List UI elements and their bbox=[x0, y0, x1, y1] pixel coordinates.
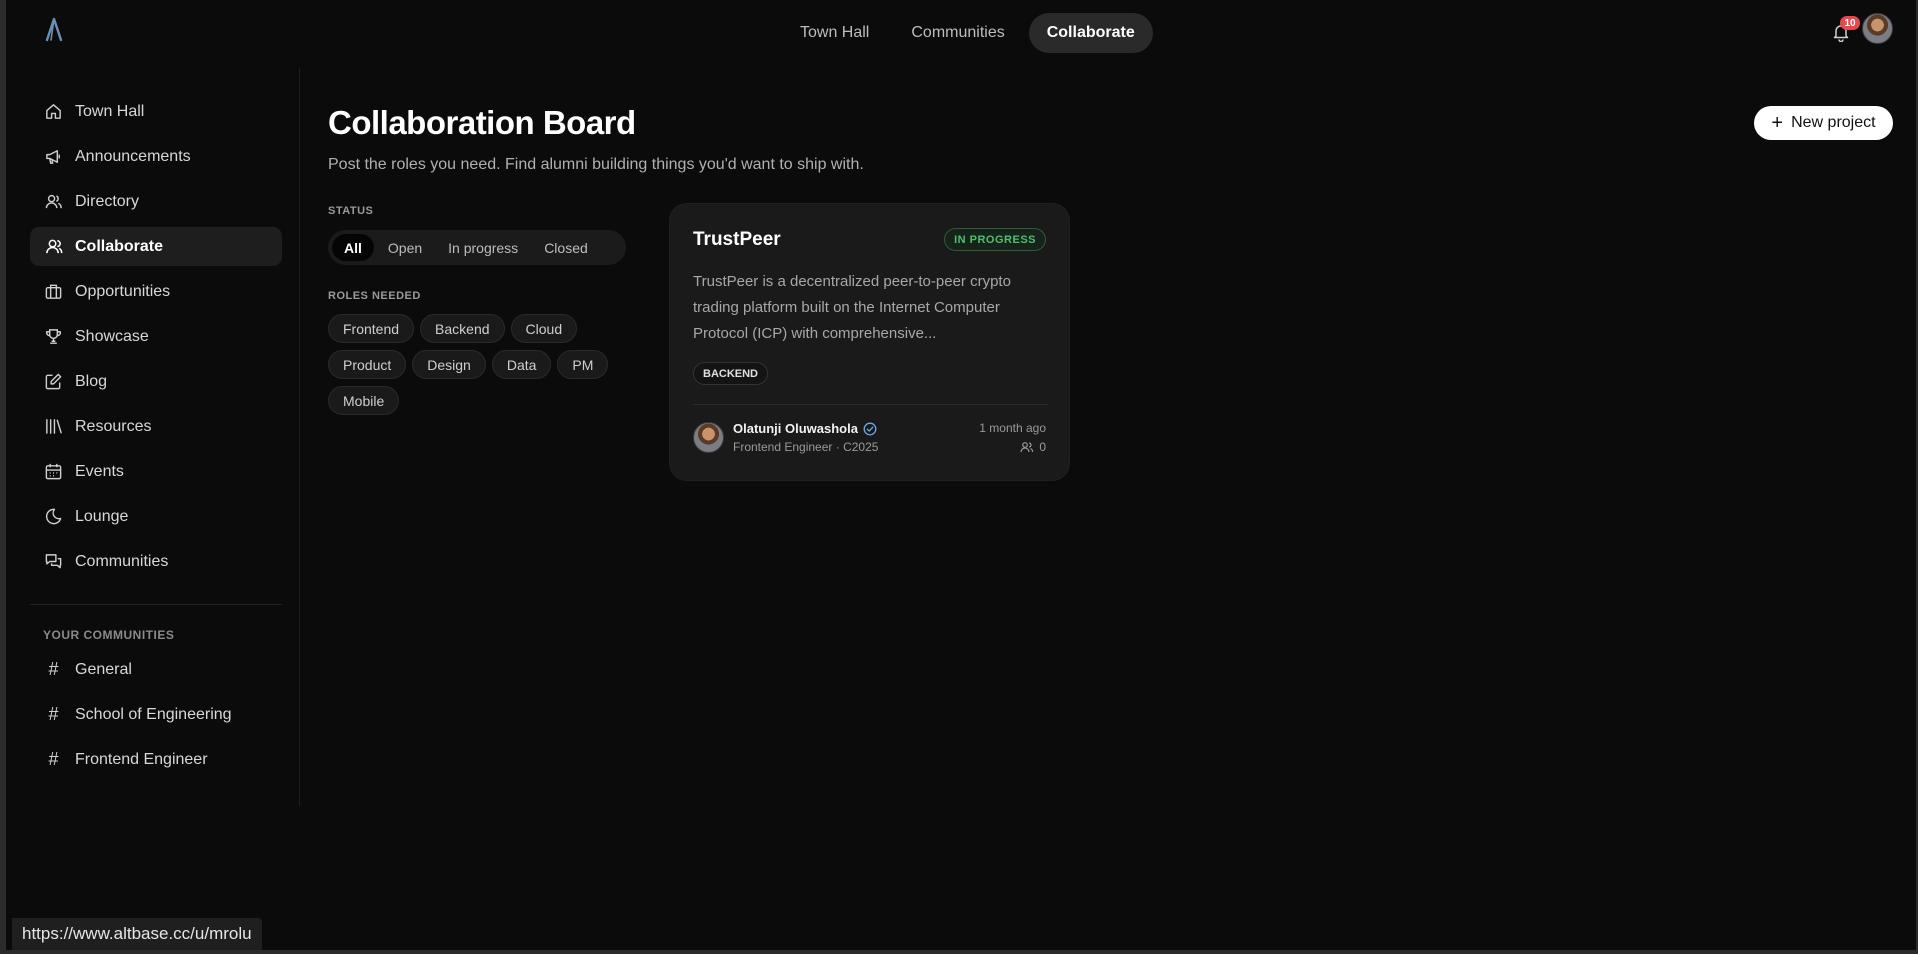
author-avatar[interactable] bbox=[693, 422, 724, 453]
role-chip-product[interactable]: Product bbox=[328, 350, 407, 379]
tab-town-hall[interactable]: Town Hall bbox=[782, 13, 887, 53]
role-tag: BACKEND bbox=[693, 362, 768, 385]
calendar-icon bbox=[45, 463, 62, 480]
status-url-bar: https://www.altbase.cc/u/mrolu bbox=[12, 918, 262, 950]
members-count-value: 0 bbox=[1039, 440, 1046, 454]
status-filter: All Open In progress Closed bbox=[328, 230, 626, 265]
sidebar-divider bbox=[30, 604, 282, 605]
hash-icon: # bbox=[48, 659, 59, 679]
sidebar-item-label: Directory bbox=[75, 192, 140, 210]
logo-icon[interactable] bbox=[41, 16, 67, 42]
community-label: General bbox=[75, 660, 132, 678]
role-chip-frontend[interactable]: Frontend bbox=[328, 314, 415, 343]
sidebar-item-lounge[interactable]: Lounge bbox=[30, 497, 282, 536]
posted-time: 1 month ago bbox=[979, 421, 1046, 435]
community-label: School of Engineering bbox=[75, 705, 232, 723]
sidebar-item-showcase[interactable]: Showcase bbox=[30, 317, 282, 356]
role-chip-cloud[interactable]: Cloud bbox=[510, 314, 578, 343]
status-closed[interactable]: Closed bbox=[532, 234, 600, 261]
status-open[interactable]: Open bbox=[376, 234, 434, 261]
top-nav: Town Hall Communities Collaborate bbox=[782, 13, 1153, 53]
sidebar-item-label: Communities bbox=[75, 552, 169, 570]
new-project-label: New project bbox=[1791, 114, 1876, 131]
megaphone-icon bbox=[46, 150, 60, 164]
sidebar-item-events[interactable]: Events bbox=[30, 452, 282, 491]
status-all[interactable]: All bbox=[332, 234, 374, 261]
community-frontend-engineer[interactable]: # Frontend Engineer bbox=[30, 740, 282, 779]
new-project-button[interactable]: + New project bbox=[1754, 106, 1893, 140]
home-icon bbox=[46, 104, 61, 119]
library-icon bbox=[46, 419, 62, 434]
edit-icon bbox=[45, 373, 62, 390]
role-chip-data[interactable]: Data bbox=[491, 350, 552, 379]
author-name-row[interactable]: Olatunji Oluwashola bbox=[733, 421, 877, 436]
briefcase-icon bbox=[45, 284, 62, 299]
sidebar-item-label: Showcase bbox=[75, 327, 149, 345]
card-divider bbox=[693, 404, 1048, 405]
sidebar-item-label: Blog bbox=[75, 372, 108, 390]
author-name: Olatunji Oluwashola bbox=[733, 421, 858, 436]
sidebar-item-announcements[interactable]: Announcements bbox=[30, 137, 282, 176]
moon-icon bbox=[46, 508, 62, 525]
community-school-of-engineering[interactable]: # School of Engineering bbox=[30, 695, 282, 734]
role-chip-pm[interactable]: PM bbox=[557, 350, 609, 379]
hash-icon: # bbox=[48, 749, 59, 769]
status-filter-label: STATUS bbox=[328, 205, 374, 217]
roles-filter: Frontend Backend Cloud Product Design Da… bbox=[328, 314, 628, 415]
plus-icon: + bbox=[1771, 112, 1784, 134]
role-chip-mobile[interactable]: Mobile bbox=[328, 386, 400, 415]
hash-icon: # bbox=[48, 704, 59, 724]
sidebar-item-label: Opportunities bbox=[75, 282, 171, 300]
sidebar-item-label: Events bbox=[75, 462, 124, 480]
section-title: YOUR COMMUNITIES bbox=[43, 628, 175, 642]
tab-collaborate[interactable]: Collaborate bbox=[1028, 13, 1153, 53]
sidebar-item-label: Announcements bbox=[75, 147, 191, 165]
author-meta: Frontend Engineer · C2025 bbox=[733, 440, 879, 454]
community-general[interactable]: # General bbox=[30, 650, 282, 689]
top-bar: Town Hall Communities Collaborate 10 bbox=[6, 0, 1916, 64]
status-badge: IN PROGRESS bbox=[944, 228, 1046, 251]
sidebar-item-label: Town Hall bbox=[75, 102, 145, 120]
sidebar-item-blog[interactable]: Blog bbox=[30, 362, 282, 401]
sidebar-item-resources[interactable]: Resources bbox=[30, 407, 282, 446]
members-icon bbox=[1020, 442, 1034, 453]
page-title: Collaboration Board bbox=[328, 104, 636, 141]
status-in-progress[interactable]: In progress bbox=[436, 234, 530, 261]
page-subtitle: Post the roles you need. Find alumni bui… bbox=[328, 156, 864, 173]
users-icon bbox=[45, 194, 62, 209]
sidebar-item-opportunities[interactable]: Opportunities bbox=[30, 272, 282, 311]
members-count: 0 bbox=[1020, 440, 1046, 454]
sidebar-item-directory[interactable]: Directory bbox=[30, 182, 282, 221]
trophy-icon bbox=[46, 329, 61, 344]
sidebar-item-label: Collaborate bbox=[75, 237, 164, 255]
roles-filter-label: ROLES NEEDED bbox=[328, 290, 421, 302]
user-icon bbox=[46, 239, 63, 254]
notification-badge: 10 bbox=[1840, 16, 1860, 30]
verified-icon bbox=[863, 422, 877, 435]
project-card[interactable]: TrustPeer IN PROGRESS TrustPeer is a dec… bbox=[669, 203, 1070, 481]
project-description: TrustPeer is a decentralized peer-to-pee… bbox=[693, 273, 1011, 342]
app-window: Town Hall Communities Collaborate 10 Tow… bbox=[0, 0, 1918, 954]
sidebar-item-communities[interactable]: Communities bbox=[30, 542, 282, 581]
role-chip-backend[interactable]: Backend bbox=[420, 314, 505, 343]
project-title[interactable]: TrustPeer bbox=[693, 229, 781, 251]
sidebar-item-town-hall[interactable]: Town Hall bbox=[30, 92, 282, 131]
community-label: Frontend Engineer bbox=[75, 750, 208, 768]
role-chip-design[interactable]: Design bbox=[412, 350, 486, 379]
sidebar-item-label: Resources bbox=[75, 417, 152, 435]
tab-communities[interactable]: Communities bbox=[893, 13, 1022, 53]
sidebar: Town Hall Announcements Directory Collab… bbox=[12, 68, 300, 806]
sidebar-item-collaborate[interactable]: Collaborate bbox=[30, 227, 282, 266]
sidebar-item-label: Lounge bbox=[75, 507, 129, 525]
user-avatar[interactable] bbox=[1862, 13, 1893, 44]
chat-icon bbox=[45, 554, 62, 569]
